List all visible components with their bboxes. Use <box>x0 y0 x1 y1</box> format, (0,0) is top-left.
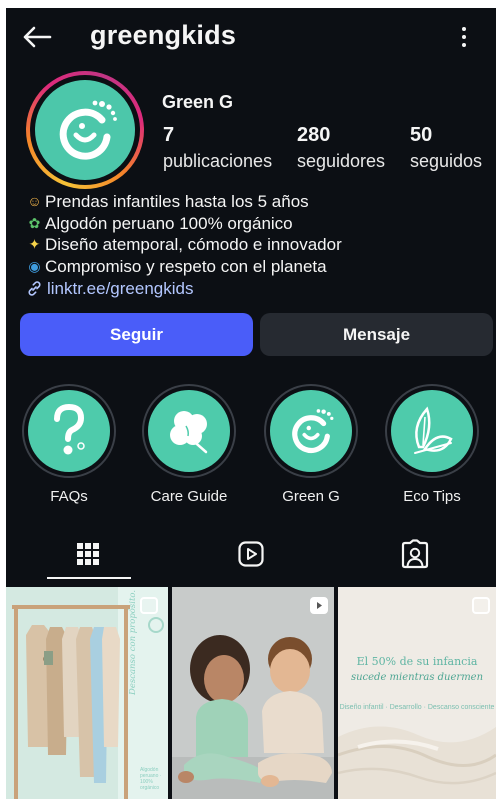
posts-count[interactable]: 7 publicaciones <box>163 124 272 172</box>
profile-username: greengkids <box>90 20 237 50</box>
green-g-logo-icon <box>292 409 334 454</box>
active-tab-indicator <box>47 577 131 579</box>
children-photo-image <box>172 587 334 799</box>
tab-grid[interactable] <box>6 528 169 580</box>
reels-icon <box>237 541 264 567</box>
carousel-icon <box>472 597 490 614</box>
arrow-left-icon <box>23 26 52 48</box>
post-title: El 50% de su infancia <box>356 655 478 668</box>
following-count[interactable]: 50 seguidos <box>410 124 482 172</box>
bio-line: ✿ Algodón peruano 100% orgánico <box>26 213 486 235</box>
highlight-label: Care Guide <box>150 488 228 505</box>
content-tabs <box>6 528 496 580</box>
message-button[interactable]: Mensaje <box>260 313 493 356</box>
posts-grid: Descanso con propósito. Algodón peruano … <box>6 587 496 799</box>
green-g-logo-icon <box>59 100 117 160</box>
profile-link[interactable]: linktr.ee/greengkids <box>26 278 486 300</box>
bio-text: Prendas infantiles hasta los 5 años <box>45 192 309 211</box>
profile-screen: greengkids Green G 7 publicaciones 280 s… <box>6 8 496 799</box>
bio-line: ✦ Diseño atemporal, cómodo e innovador <box>26 234 486 256</box>
stat-label: seguidores <box>297 151 386 171</box>
post-side-text: Descanso con propósito. <box>128 589 138 695</box>
bio-text: Compromiso y respeto con el planeta <box>45 256 327 276</box>
baby-emoji-icon: ☺ <box>27 193 42 209</box>
top-bar: greengkids <box>6 8 496 66</box>
bio-line: ◉ Compromiso y respeto con el planeta <box>26 256 486 278</box>
leaf-icon <box>414 406 453 454</box>
link-text: linktr.ee/greengkids <box>47 279 194 298</box>
bio-text: Diseño atemporal, cómodo e innovador <box>45 235 342 254</box>
post-thumbnail[interactable] <box>172 587 334 799</box>
question-icon <box>54 403 85 455</box>
more-vertical-icon <box>462 27 466 47</box>
stat-value: 7 <box>163 124 175 146</box>
highlight-eco-tips[interactable]: Eco Tips <box>383 384 481 505</box>
post-thumbnail[interactable]: El 50% de su infancia sucede mientras du… <box>338 587 496 799</box>
fabric-image <box>338 587 496 799</box>
bio-line: ☺ Prendas infantiles hasta los 5 años <box>26 191 486 213</box>
carousel-icon <box>140 597 158 614</box>
tagged-icon <box>401 539 428 569</box>
highlight-label: Green G <box>282 488 340 505</box>
cotton-plant-icon <box>170 411 208 454</box>
highlight-care-guide[interactable]: Care Guide <box>140 384 238 505</box>
stat-value: 50 <box>410 124 433 146</box>
stat-value: 280 <box>297 124 331 146</box>
display-name: Green G <box>162 92 234 112</box>
post-thumbnail[interactable]: Descanso con propósito. Algodón peruano … <box>6 587 168 799</box>
profile-avatar[interactable] <box>26 71 144 189</box>
follow-button[interactable]: Seguir <box>20 313 253 356</box>
highlight-green-g[interactable]: Green G <box>262 384 360 505</box>
highlight-faqs[interactable]: FAQs <box>20 384 118 505</box>
bio-text: Algodón peruano 100% orgánico <box>45 213 293 233</box>
sparkles-emoji-icon: ✦ <box>28 236 41 252</box>
globe-emoji-icon: ◉ <box>28 257 41 274</box>
back-button[interactable] <box>20 22 54 52</box>
profile-bio: ☺ Prendas infantiles hasta los 5 años ✿ … <box>26 191 486 300</box>
post-subtitle: sucede mientras duermen <box>350 672 484 683</box>
herb-emoji-icon: ✿ <box>28 214 41 231</box>
tab-reels[interactable] <box>169 528 332 580</box>
highlight-label: Eco Tips <box>403 488 461 505</box>
stat-label: seguidos <box>410 151 483 171</box>
more-options-button[interactable] <box>452 22 476 52</box>
reel-icon <box>310 597 328 614</box>
grid-icon <box>76 543 99 565</box>
link-icon <box>28 281 41 296</box>
tab-tagged[interactable] <box>333 528 496 580</box>
followers-count[interactable]: 280 seguidores <box>297 124 385 172</box>
post-caption: Algodón peruano · 100% orgánico <box>140 767 162 791</box>
stat-label: publicaciones <box>163 151 273 171</box>
post-tagline: Diseño infantil · Desarrollo · Descanso … <box>339 704 495 711</box>
highlight-label: FAQs <box>50 488 88 505</box>
